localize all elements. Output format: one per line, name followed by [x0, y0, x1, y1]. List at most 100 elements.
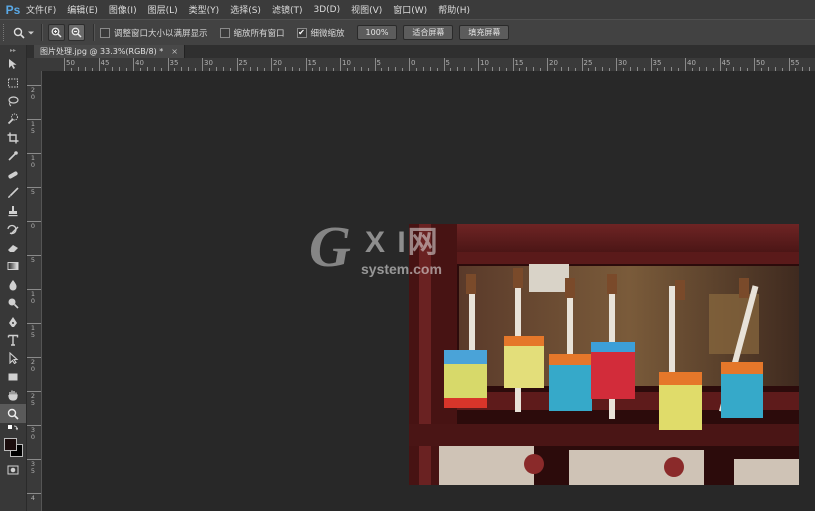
marquee-tool[interactable]	[0, 73, 26, 91]
menu-view[interactable]: 视图(V)	[351, 3, 382, 16]
foreground-color-swatch[interactable]	[4, 437, 17, 451]
ruler-origin[interactable]	[27, 58, 42, 71]
ruler-tick	[409, 58, 410, 71]
close-icon[interactable]: ×	[171, 47, 178, 56]
droplet-icon	[9, 279, 17, 291]
actual-pixels-button[interactable]: 100%	[356, 25, 398, 40]
ruler-label: 5	[30, 331, 36, 339]
more-tools[interactable]	[0, 423, 26, 435]
ruler-label: 20	[549, 59, 558, 67]
ruler-label: 5	[30, 399, 36, 407]
canvas-area[interactable]: G X I网 system.com	[42, 71, 815, 511]
photoshop-logo[interactable]: Ps	[0, 0, 26, 19]
ruler-label: 5	[30, 467, 36, 475]
swap-colors-icon	[8, 424, 18, 431]
ruler-tick	[719, 58, 721, 71]
ruler-label: 55	[790, 59, 800, 67]
arrow-icon	[9, 352, 19, 365]
blur-tool[interactable]	[0, 276, 26, 294]
checkbox-box[interactable]	[219, 27, 230, 38]
ruler-label: 0	[411, 59, 416, 67]
ruler-tick	[98, 58, 100, 71]
checkbox-label: 缩放所有窗口	[233, 28, 285, 39]
zoom-tool[interactable]	[0, 404, 26, 423]
type-tool[interactable]	[0, 331, 26, 349]
fit-screen-button[interactable]: 适合屏幕	[403, 25, 454, 40]
chevron-down-icon	[27, 31, 34, 34]
ruler-tick	[374, 58, 376, 71]
ruler-tick	[236, 58, 238, 71]
menu-filter[interactable]: 滤镜(T)	[272, 3, 303, 16]
menu-window[interactable]: 窗口(W)	[393, 3, 427, 16]
ruler-tick	[340, 58, 341, 71]
ruler-label: 0	[30, 93, 36, 101]
separator	[41, 24, 43, 41]
gradient-tool[interactable]	[0, 257, 26, 275]
ruler-tick	[305, 58, 307, 71]
color-swatches[interactable]	[0, 435, 26, 461]
quick-mask-button[interactable]	[0, 461, 26, 479]
path-selection-tool[interactable]	[0, 349, 26, 367]
horizontal-ruler[interactable]: 50 45 40 35 30 25 20 15 10 5 0 5 10 15 20 25 30 35 40 45 50 5…	[42, 58, 815, 72]
clone-stamp-tool[interactable]	[0, 202, 26, 220]
resize-windows-checkbox[interactable]: 调整窗口大小以满屏显示	[100, 27, 208, 39]
eyedropper-tool[interactable]	[0, 147, 26, 165]
rectangle-icon	[8, 373, 18, 381]
document-tab[interactable]: 图片处理.jpg @ 33.3%(RGB/8) * ×	[34, 45, 185, 58]
ruler-tick	[788, 58, 790, 71]
crop-tool[interactable]	[0, 129, 26, 147]
menu-image[interactable]: 图像(I)	[109, 3, 137, 16]
brush-tool[interactable]	[0, 184, 26, 202]
zoom-in-icon	[51, 27, 62, 38]
dodge-icon	[8, 298, 19, 309]
ruler-label: 5	[30, 188, 36, 196]
quick-selection-tool[interactable]	[0, 110, 26, 128]
eraser-tool[interactable]	[0, 239, 26, 257]
checkbox-box-checked[interactable]: ✔	[296, 27, 307, 38]
zoom-out-button[interactable]	[68, 24, 85, 41]
ruler-label: 0	[30, 365, 36, 373]
menu-edit[interactable]: 编辑(E)	[67, 3, 98, 16]
watermark-logo: G X I网 system.com	[309, 214, 469, 289]
options-bar: 调整窗口大小以满屏显示 缩放所有窗口 ✔ 细微缩放 100% 适合屏幕 填充屏幕	[0, 19, 815, 46]
menu-file[interactable]: 文件(F)	[26, 3, 56, 16]
ruler-label: 35	[169, 59, 179, 67]
tool-preset-picker[interactable]	[10, 24, 36, 42]
healing-brush-tool[interactable]	[0, 165, 26, 183]
scrubby-zoom-checkbox[interactable]: ✔ 细微缩放	[296, 27, 345, 39]
ruler-tick	[271, 58, 272, 71]
ruler-label: 5	[376, 59, 381, 67]
zoom-all-windows-checkbox[interactable]: 缩放所有窗口	[219, 27, 285, 39]
rectangle-tool[interactable]	[0, 368, 26, 386]
zoom-in-button[interactable]	[48, 24, 65, 41]
move-tool[interactable]	[0, 55, 26, 73]
menu-3d[interactable]: 3D(D)	[313, 5, 340, 15]
options-grip[interactable]	[3, 24, 10, 41]
menu-select[interactable]: 选择(S)	[230, 3, 261, 16]
ruler-tick	[478, 58, 479, 71]
ruler-tick	[202, 58, 203, 71]
vertical-ruler[interactable]: 2015105051015202530354	[27, 71, 42, 511]
menu-type[interactable]: 类型(Y)	[189, 3, 220, 16]
fill-screen-button[interactable]: 填充屏幕	[459, 25, 510, 40]
ruler-label: 30	[204, 59, 213, 67]
panel-collapse-handle[interactable]: ▸▸	[0, 45, 26, 55]
document-tab-title: 图片处理.jpg @ 33.3%(RGB/8) *	[40, 47, 164, 56]
ruler-label: 15	[307, 59, 317, 67]
hand-icon	[8, 390, 18, 401]
dodge-tool[interactable]	[0, 294, 26, 312]
checkbox-box[interactable]	[100, 27, 110, 38]
type-icon	[7, 334, 19, 346]
menu-bar: Ps 文件(F) 编辑(E) 图像(I) 图层(L) 类型(Y) 选择(S) 滤…	[0, 0, 815, 19]
lasso-tool[interactable]	[0, 92, 26, 110]
menu-help[interactable]: 帮助(H)	[438, 3, 470, 16]
tools-panel: ▸▸	[0, 45, 27, 511]
gradient-icon	[7, 262, 19, 271]
ruler-label: 10	[480, 59, 489, 67]
history-brush-tool[interactable]	[0, 221, 26, 239]
menu-layer[interactable]: 图层(L)	[148, 3, 178, 16]
hand-tool[interactable]	[0, 386, 26, 404]
ruler-label: 4	[30, 494, 36, 502]
ruler-tick	[581, 58, 583, 71]
pen-tool[interactable]	[0, 312, 26, 330]
